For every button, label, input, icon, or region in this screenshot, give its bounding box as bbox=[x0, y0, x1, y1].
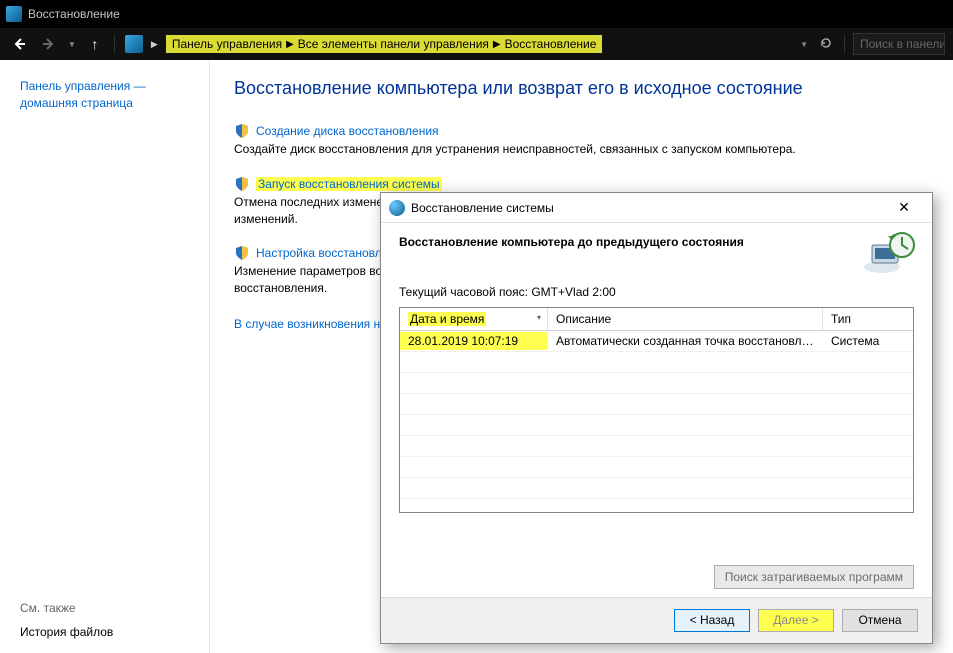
app-icon bbox=[6, 6, 22, 22]
sort-desc-icon: ▾ bbox=[537, 313, 541, 322]
restore-image-icon bbox=[862, 227, 918, 277]
arrow-right-icon bbox=[41, 36, 57, 52]
breadcrumb-sep-root[interactable]: ▶ bbox=[151, 39, 158, 50]
table-body: 28.01.2019 10:07:19 Автоматически создан… bbox=[400, 331, 913, 499]
cell-desc: Автоматически созданная точка восстановл… bbox=[548, 332, 823, 350]
chevron-right-icon[interactable]: ▶ bbox=[493, 39, 501, 50]
dialog-heading: Восстановление компьютера до предыдущего… bbox=[399, 235, 914, 249]
shield-icon bbox=[234, 176, 250, 192]
restore-icon bbox=[389, 200, 405, 216]
sidebar: Панель управления — домашняя страница См… bbox=[0, 60, 210, 653]
create-recovery-drive-link[interactable]: Создание диска восстановления bbox=[256, 124, 439, 138]
create-recovery-drive-desc: Создайте диск восстановления для устране… bbox=[234, 141, 929, 158]
timezone-label: Текущий часовой пояс: GMT+Vlad 2:00 bbox=[399, 285, 914, 299]
table-row[interactable] bbox=[400, 394, 913, 415]
restore-points-table[interactable]: Дата и время▾ Описание Тип 28.01.2019 10… bbox=[399, 307, 914, 513]
cell-date: 28.01.2019 10:07:19 bbox=[400, 332, 548, 350]
search-placeholder: Поиск в панели bbox=[860, 37, 945, 51]
forward-button[interactable] bbox=[38, 33, 60, 55]
table-row[interactable] bbox=[400, 457, 913, 478]
breadcrumb: Панель управления ▶ Все элементы панели … bbox=[166, 35, 603, 53]
back-button[interactable] bbox=[8, 33, 30, 55]
history-dropdown-icon[interactable]: ▼ bbox=[68, 40, 76, 49]
table-row[interactable] bbox=[400, 478, 913, 499]
table-row[interactable] bbox=[400, 373, 913, 394]
create-recovery-drive-row: Создание диска восстановления bbox=[234, 123, 929, 139]
start-system-restore-row: Запуск восстановления системы bbox=[234, 176, 929, 192]
close-icon: ✕ bbox=[898, 199, 910, 216]
col-type[interactable]: Тип bbox=[823, 308, 913, 330]
shield-icon bbox=[234, 123, 250, 139]
address-dropdown-icon[interactable]: ▼ bbox=[800, 40, 808, 49]
up-button[interactable]: ↑ bbox=[84, 33, 106, 55]
table-row[interactable] bbox=[400, 436, 913, 457]
affected-programs-button[interactable]: Поиск затрагиваемых программ bbox=[714, 565, 914, 589]
chevron-right-icon[interactable]: ▶ bbox=[286, 39, 294, 50]
next-wizard-button[interactable]: Далее > bbox=[758, 609, 834, 632]
dialog-title: Восстановление системы bbox=[411, 201, 884, 215]
refresh-icon bbox=[819, 36, 833, 50]
control-panel-home-link[interactable]: Панель управления — домашняя страница bbox=[20, 78, 195, 112]
arrow-up-icon: ↑ bbox=[91, 36, 98, 52]
window-title: Восстановление bbox=[28, 7, 120, 21]
nav-bar: ▼ ↑ ▶ Панель управления ▶ Все элементы п… bbox=[0, 28, 953, 60]
see-also-heading: См. также bbox=[20, 601, 195, 615]
start-system-restore-link[interactable]: Запуск восстановления системы bbox=[256, 177, 442, 191]
crumb-control-panel[interactable]: Панель управления bbox=[172, 37, 282, 51]
cell-type: Система bbox=[823, 332, 913, 350]
dialog-footer: < Назад Далее > Отмена bbox=[381, 597, 932, 643]
refresh-button[interactable] bbox=[816, 36, 836, 53]
table-header: Дата и время▾ Описание Тип bbox=[400, 308, 913, 331]
back-wizard-button[interactable]: < Назад bbox=[674, 609, 750, 632]
table-row[interactable] bbox=[400, 415, 913, 436]
file-history-link[interactable]: История файлов bbox=[20, 625, 195, 639]
col-date[interactable]: Дата и время▾ bbox=[400, 308, 548, 330]
crumb-all-items[interactable]: Все элементы панели управления bbox=[298, 37, 489, 51]
shield-icon bbox=[234, 245, 250, 261]
dialog-titlebar: Восстановление системы ✕ bbox=[381, 193, 932, 223]
dialog-body: Восстановление компьютера до предыдущего… bbox=[381, 223, 932, 597]
system-restore-dialog: Восстановление системы ✕ Восстановление … bbox=[380, 192, 933, 644]
page-title: Восстановление компьютера или возврат ег… bbox=[234, 78, 929, 99]
separator bbox=[844, 35, 845, 53]
table-row[interactable] bbox=[400, 352, 913, 373]
address-icon bbox=[125, 35, 143, 53]
crumb-recovery[interactable]: Восстановление bbox=[505, 37, 597, 51]
cancel-wizard-button[interactable]: Отмена bbox=[842, 609, 918, 632]
separator bbox=[114, 35, 115, 53]
close-button[interactable]: ✕ bbox=[884, 196, 924, 220]
table-row[interactable]: 28.01.2019 10:07:19 Автоматически создан… bbox=[400, 331, 913, 352]
col-desc[interactable]: Описание bbox=[548, 308, 823, 330]
window-titlebar: Восстановление bbox=[0, 0, 953, 28]
arrow-left-icon bbox=[11, 36, 27, 52]
search-input[interactable]: Поиск в панели bbox=[853, 33, 945, 55]
